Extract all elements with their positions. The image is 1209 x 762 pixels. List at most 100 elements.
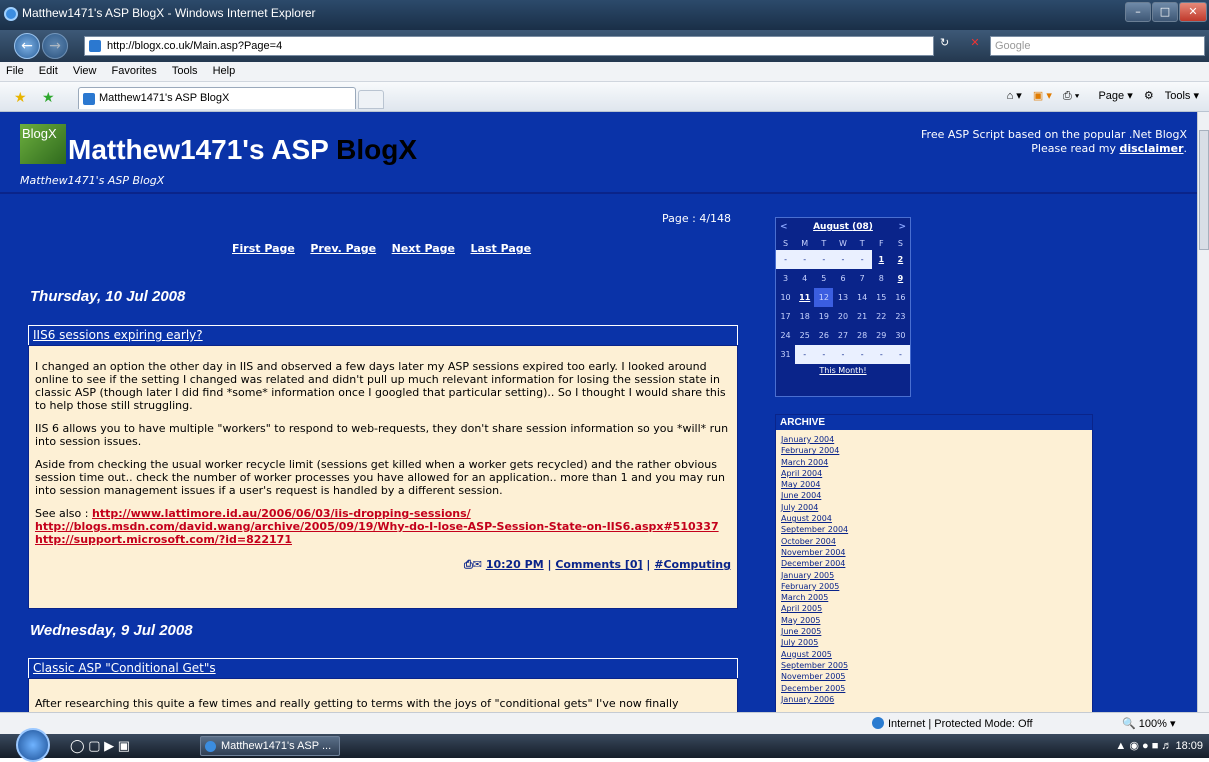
calendar-next[interactable]: > bbox=[898, 218, 906, 236]
vertical-scrollbar[interactable] bbox=[1197, 112, 1209, 712]
close-button[interactable]: ✕ bbox=[1179, 2, 1207, 22]
calendar-grid: SMTWTFS - - - - -1 2 3 4 5 6 7 8 9 10 11 12 13 14 15 16 17 18… bbox=[776, 236, 910, 364]
menu-help[interactable]: Help bbox=[207, 62, 242, 80]
address-bar[interactable]: http://blogx.co.uk/Main.asp?Page=4 bbox=[84, 36, 934, 56]
header-right: Free ASP Script based on the popular .Ne… bbox=[921, 128, 1187, 156]
archive-heading: ARCHIVE bbox=[776, 415, 1092, 430]
archive-item[interactable]: July 2004 bbox=[781, 502, 1087, 513]
calendar-day: - bbox=[871, 345, 891, 364]
taskbar-item-ie[interactable]: Matthew1471's ASP ... bbox=[200, 736, 340, 756]
archive-item[interactable]: August 2005 bbox=[781, 649, 1087, 660]
menu-tools[interactable]: Tools bbox=[166, 62, 204, 80]
calendar-week: 17 18 19 20 21 22 23 bbox=[776, 307, 910, 326]
archive-item[interactable]: June 2005 bbox=[781, 626, 1087, 637]
clock[interactable]: 18:09 bbox=[1175, 740, 1203, 752]
post-comments[interactable]: Comments [0] bbox=[555, 558, 642, 571]
post-link[interactable]: http://blogs.msdn.com/david.wang/archive… bbox=[35, 520, 719, 533]
archive-item[interactable]: May 2004 bbox=[781, 479, 1087, 490]
back-button[interactable]: ← bbox=[14, 33, 40, 59]
post-link[interactable]: http://support.microsoft.com/?id=822171 bbox=[35, 533, 292, 546]
zoom-level[interactable]: 🔍 100% ▾ bbox=[1122, 717, 1175, 730]
archive-item[interactable]: January 2006 bbox=[781, 694, 1087, 705]
archive-item[interactable]: January 2004 bbox=[781, 434, 1087, 445]
archive-item[interactable]: July 2005 bbox=[781, 637, 1087, 648]
archive-item[interactable]: December 2005 bbox=[781, 683, 1087, 694]
archive-item[interactable]: March 2004 bbox=[781, 457, 1087, 468]
calendar-dow: F bbox=[878, 238, 884, 248]
refresh-icon[interactable]: ↻ bbox=[940, 36, 964, 56]
archive-item[interactable]: November 2005 bbox=[781, 671, 1087, 682]
calendar-day: 17 bbox=[780, 312, 791, 321]
archive-item[interactable]: January 2005 bbox=[781, 570, 1087, 581]
stop-icon[interactable]: ✕ bbox=[965, 36, 985, 56]
post-title[interactable]: IIS6 sessions expiring early? bbox=[28, 325, 738, 345]
archive-item[interactable]: November 2004 bbox=[781, 547, 1087, 558]
search-input[interactable]: Google bbox=[990, 36, 1205, 56]
minimize-button[interactable]: – bbox=[1125, 2, 1151, 22]
menu-view[interactable]: View bbox=[67, 62, 103, 80]
desktop-quicklaunch-icon[interactable]: ▣ bbox=[118, 738, 130, 753]
scroll-thumb[interactable] bbox=[1199, 130, 1209, 250]
archive-item[interactable]: September 2004 bbox=[781, 524, 1087, 535]
menu-edit[interactable]: Edit bbox=[33, 62, 64, 80]
calendar-day[interactable]: 9 bbox=[891, 269, 910, 288]
add-favorite-icon[interactable]: ★ bbox=[42, 89, 55, 106]
ie-quicklaunch-icon[interactable]: ◯ bbox=[70, 738, 85, 753]
disclaimer-prefix: Please read my bbox=[1031, 142, 1120, 155]
maximize-button[interactable]: □ bbox=[1152, 2, 1178, 22]
post-time[interactable]: 10:20 PM bbox=[486, 558, 544, 571]
print-icon[interactable]: ⎙ ▾ bbox=[1063, 90, 1079, 102]
archive-item[interactable]: September 2005 bbox=[781, 660, 1087, 671]
calendar-day: 26 bbox=[818, 331, 829, 340]
calendar-day: 4 bbox=[802, 274, 808, 283]
calendar-day[interactable]: 2 bbox=[891, 250, 910, 269]
post-link[interactable]: http://www.lattimore.id.au/2006/06/03/ii… bbox=[92, 507, 471, 520]
forward-button[interactable]: → bbox=[42, 33, 68, 59]
favorites-star-icon[interactable]: ★ bbox=[14, 89, 27, 106]
home-icon[interactable]: ⌂ ▾ bbox=[1007, 90, 1022, 102]
menu-file[interactable]: File bbox=[0, 62, 30, 80]
calendar-day[interactable]: 11 bbox=[795, 288, 814, 307]
calendar-month[interactable]: August bbox=[813, 222, 849, 232]
tray-icons[interactable]: ▲ ◉ ● ■ ♬ bbox=[1115, 740, 1172, 752]
feeds-icon[interactable]: ▣ ▾ bbox=[1033, 90, 1052, 102]
archive-item[interactable]: May 2005 bbox=[781, 615, 1087, 626]
see-also-label: See also : bbox=[35, 507, 92, 520]
next-page-link[interactable]: Next Page bbox=[392, 242, 455, 255]
new-tab-button[interactable] bbox=[358, 90, 384, 109]
page-icon bbox=[89, 40, 101, 52]
archive-item[interactable]: June 2004 bbox=[781, 490, 1087, 501]
tools-menu[interactable]: ⚙ Tools ▾ bbox=[1144, 90, 1199, 102]
media-quicklaunch-icon[interactable]: ▶ bbox=[104, 738, 114, 753]
menu-favorites[interactable]: Favorites bbox=[106, 62, 163, 80]
calendar-day: 5 bbox=[821, 274, 827, 283]
start-button[interactable] bbox=[16, 728, 50, 762]
archive-item[interactable]: March 2005 bbox=[781, 592, 1087, 603]
first-page-link[interactable]: First Page bbox=[232, 242, 295, 255]
tab-active[interactable]: Matthew1471's ASP BlogX bbox=[78, 87, 356, 109]
print-email-icon[interactable]: ⎙✉ bbox=[464, 558, 482, 571]
archive-item[interactable]: October 2004 bbox=[781, 536, 1087, 547]
archive-item[interactable]: February 2005 bbox=[781, 581, 1087, 592]
site-subtitle: Matthew1471's ASP BlogX bbox=[20, 174, 165, 187]
archive-item[interactable]: December 2004 bbox=[781, 558, 1087, 569]
archive-item[interactable]: April 2005 bbox=[781, 603, 1087, 614]
calendar-this-month[interactable]: This Month! bbox=[776, 366, 910, 375]
disclaimer-link[interactable]: disclaimer bbox=[1119, 142, 1183, 155]
prev-page-link[interactable]: Prev. Page bbox=[310, 242, 376, 255]
page-info: Page : 4/148 bbox=[662, 212, 732, 225]
archive-item[interactable]: February 2004 bbox=[781, 445, 1087, 456]
calendar-day: 12 bbox=[814, 288, 834, 307]
last-page-link[interactable]: Last Page bbox=[471, 242, 532, 255]
post-title[interactable]: Classic ASP "Conditional Get"s bbox=[28, 658, 738, 678]
calendar-day: - bbox=[795, 345, 815, 364]
calendar-prev[interactable]: < bbox=[780, 218, 788, 236]
security-zone[interactable]: Internet | Protected Mode: Off bbox=[872, 717, 1033, 730]
folder-quicklaunch-icon[interactable]: ▢ bbox=[88, 738, 100, 753]
page-menu[interactable]: Page ▾ bbox=[1090, 90, 1132, 102]
site-header: BlogX Matthew1471's ASP BlogX Matthew147… bbox=[0, 112, 1197, 194]
archive-item[interactable]: April 2004 bbox=[781, 468, 1087, 479]
post-category[interactable]: #Computing bbox=[654, 558, 731, 571]
calendar-day[interactable]: 1 bbox=[872, 250, 891, 269]
archive-item[interactable]: August 2004 bbox=[781, 513, 1087, 524]
